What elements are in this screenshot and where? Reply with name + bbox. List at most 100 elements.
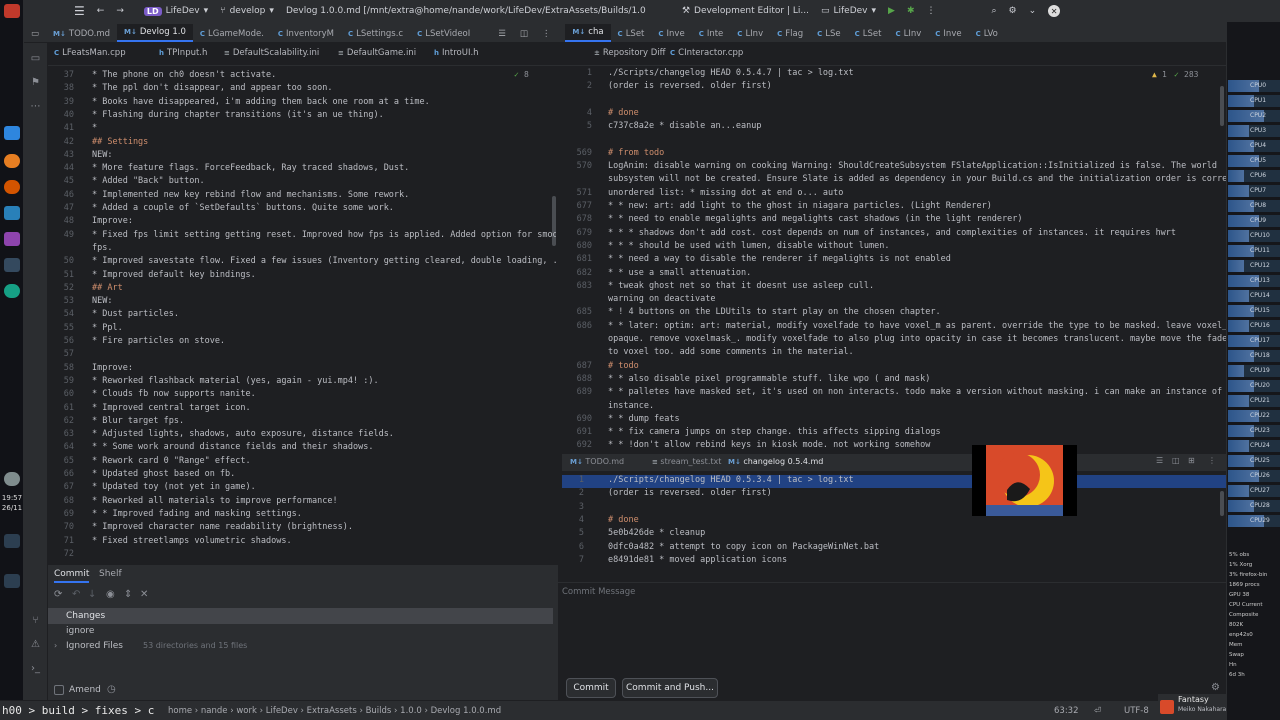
more-icon[interactable]: ⋮	[926, 6, 935, 16]
code-line[interactable]: 62 * Blur target fps.	[48, 416, 556, 429]
ide-icon[interactable]	[4, 232, 20, 246]
code-line[interactable]: opaque. remove voxelmask_. modify voxelf…	[562, 334, 1226, 347]
tab-changelog[interactable]: M↓ cha	[565, 24, 611, 42]
tab-right-9[interactable]: C Inve	[928, 26, 968, 42]
breadcrumb-item[interactable]: ExtraAssets	[307, 706, 357, 716]
structure-icon[interactable]: ⋯	[29, 101, 42, 113]
code-line[interactable]: 47 * Added a couple of `SetDefaults` butt…	[48, 203, 556, 216]
chevron-right-icon[interactable]: ›	[54, 641, 57, 650]
tab-right-6[interactable]: C LSe	[810, 26, 848, 42]
network-icon[interactable]	[4, 534, 20, 548]
breadcrumb-item[interactable]: Builds	[366, 706, 392, 716]
code-line[interactable]: 677 * * new: art: add light to the ghost …	[562, 201, 1226, 214]
refresh-icon[interactable]: ⟳	[54, 589, 62, 600]
breadcrumb-item[interactable]: home	[168, 706, 192, 716]
breadcrumb-item[interactable]: Devlog 1.0.0.md	[431, 706, 501, 716]
tab-todo[interactable]: M↓ TODO.md	[46, 26, 117, 42]
code-line[interactable]: 56 * Fire particles on stove.	[48, 336, 556, 349]
layout-icon[interactable]: ⊞	[1188, 456, 1195, 465]
tab-right-5[interactable]: C Flag	[770, 26, 810, 42]
tab-right-10[interactable]: C LVo	[969, 26, 1005, 42]
cursor-position[interactable]: 63:32	[1054, 706, 1079, 716]
breadcrumb-item[interactable]: work	[236, 706, 257, 716]
clock-icon[interactable]: ◷	[107, 684, 116, 695]
code-line[interactable]	[562, 95, 1226, 108]
code-line[interactable]	[562, 135, 1226, 148]
code-line[interactable]: 65 * Rework card 0 "Range" effect.	[48, 456, 556, 469]
code-line[interactable]: 2 (order is reversed. older first)	[562, 81, 1226, 94]
code-line[interactable]: 49 * Fixed fps limit setting getting rese…	[48, 230, 556, 243]
tab-changelog-054[interactable]: M↓ changelog 0.5.4.md	[728, 457, 823, 466]
code-line[interactable]: 682 * * use a small attenuation.	[562, 268, 1226, 281]
code-line[interactable]: 5 c737c8a2e * disable an...eanup	[562, 121, 1226, 134]
code-line[interactable]: 68 * Reworked all materials to improve pe…	[48, 496, 556, 509]
code-line[interactable]: 4 # done	[562, 108, 1226, 121]
code-line[interactable]: 54 * Dust particles.	[48, 309, 556, 322]
code-line[interactable]: 72	[48, 549, 556, 562]
tabs-menu-icon[interactable]: ☰	[491, 26, 513, 42]
run-config-selector[interactable]: ⚒ Development Editor | Li...	[682, 6, 809, 16]
code-line[interactable]: 46 * Implemented new key rebind flow and …	[48, 190, 556, 203]
code-line[interactable]: 681 * * need a way to disable the rendere…	[562, 254, 1226, 267]
right-editor-top[interactable]: ▲ 1 ✓ 283 1 ./Scripts/changelog HEAD 0.5.…	[562, 66, 1226, 454]
tab-defaultscalability[interactable]: ≡ DefaultScalability.ini	[224, 48, 319, 58]
tab-right-8[interactable]: C LInv	[888, 26, 928, 42]
code-line[interactable]: 39 * Books have disappeared, i'm adding t…	[48, 97, 556, 110]
code-line[interactable]: 692 * * !don't allow rebind keys in kiosk…	[562, 440, 1226, 453]
line-separator-icon[interactable]: ⏎	[1094, 706, 1101, 716]
code-line[interactable]: 43 NEW:	[48, 150, 556, 163]
tab-introui[interactable]: h IntroUI.h	[434, 48, 479, 58]
code-line[interactable]: 40 * Flashing during chapter transitions …	[48, 110, 556, 123]
firefox-icon[interactable]	[4, 154, 20, 168]
code-line[interactable]: 41 *	[48, 123, 556, 136]
code-line[interactable]: subsystem will not be created. Ensure Sl…	[562, 174, 1226, 187]
code-line[interactable]: 680 * * * should be used with lumen, disa…	[562, 241, 1226, 254]
settings-icon[interactable]: ⚙	[1009, 6, 1017, 16]
eye-icon[interactable]: ◉	[106, 589, 115, 600]
code-line[interactable]: 69 * * Improved fading and masking settin…	[48, 509, 556, 522]
breadcrumb-item[interactable]: 1.0.0	[400, 706, 422, 716]
tab-shelf[interactable]: Shelf	[99, 569, 122, 579]
code-line[interactable]: 66 * Updated ghost based on fb.	[48, 469, 556, 482]
terminal-icon[interactable]	[4, 258, 20, 272]
download-icon[interactable]: ↓	[88, 589, 96, 600]
code-line[interactable]: 569 # from todo	[562, 148, 1226, 161]
tab-cinteractor[interactable]: C CInteractor.cpp	[670, 48, 743, 58]
music-widget[interactable]: Fantasy Meiko Nakahara - Topic	[1158, 694, 1247, 720]
code-line[interactable]: 48 Improve:	[48, 216, 556, 229]
changes-row[interactable]	[48, 608, 553, 624]
tab-stream-test[interactable]: ≡ stream_test.txt	[652, 457, 721, 466]
tab-tpinput[interactable]: h TPInput.h	[159, 48, 207, 58]
code-line[interactable]: 6 0dfc0a482 * attempt to copy icon on Pac…	[562, 542, 1226, 555]
code-line[interactable]: to voxel too. add some comments in the m…	[562, 347, 1226, 360]
right-editor-bottom[interactable]: ✓ 134 1./Scripts/changelog HEAD 0.5.3.4 …	[562, 471, 1226, 564]
code-line[interactable]: 691 * * fix camera jumps on step change. …	[562, 427, 1226, 440]
app-icon[interactable]	[4, 472, 20, 486]
branch-selector[interactable]: ⑂ develop ▾	[220, 6, 274, 16]
tab-commit[interactable]: Commit	[54, 569, 90, 583]
code-line[interactable]: 55 * Ppl.	[48, 323, 556, 336]
tab-lgamemode[interactable]: C LGameMode.	[193, 26, 271, 42]
settings-icon[interactable]: ⚙	[1211, 682, 1220, 693]
app-icon[interactable]	[4, 126, 20, 140]
code-line[interactable]: 688 * * also disable pixel programmable s…	[562, 374, 1226, 387]
code-line[interactable]: 3	[562, 502, 1226, 515]
code-line[interactable]: warning on deactivate	[562, 294, 1226, 307]
close-icon[interactable]: ✕	[1048, 5, 1061, 17]
code-line[interactable]: 71 * Fixed streetlamps volumetric shadows…	[48, 536, 556, 549]
folder-icon[interactable]	[4, 206, 20, 220]
code-line[interactable]: 4 # done	[562, 515, 1226, 528]
ignored-files-label[interactable]: Ignored Files	[66, 641, 123, 651]
code-line[interactable]: 685 * ! 4 buttons on the LDUtils to start…	[562, 307, 1226, 320]
expand-icon[interactable]: ⇕	[124, 589, 132, 600]
tab-right-4[interactable]: C LInv	[730, 26, 770, 42]
code-line[interactable]: 58 Improve:	[48, 363, 556, 376]
code-line[interactable]: 53 NEW:	[48, 296, 556, 309]
code-line[interactable]: 689 * * palletes have masked set, it's us…	[562, 387, 1226, 400]
search-icon[interactable]: ⌕	[991, 6, 996, 16]
encoding[interactable]: UTF-8	[1124, 706, 1149, 716]
breadcrumb-item[interactable]: nande	[201, 706, 228, 716]
code-line[interactable]: 52 ## Art	[48, 283, 556, 296]
app-icon[interactable]	[4, 284, 20, 298]
split-icon[interactable]: ◫	[1172, 456, 1180, 465]
